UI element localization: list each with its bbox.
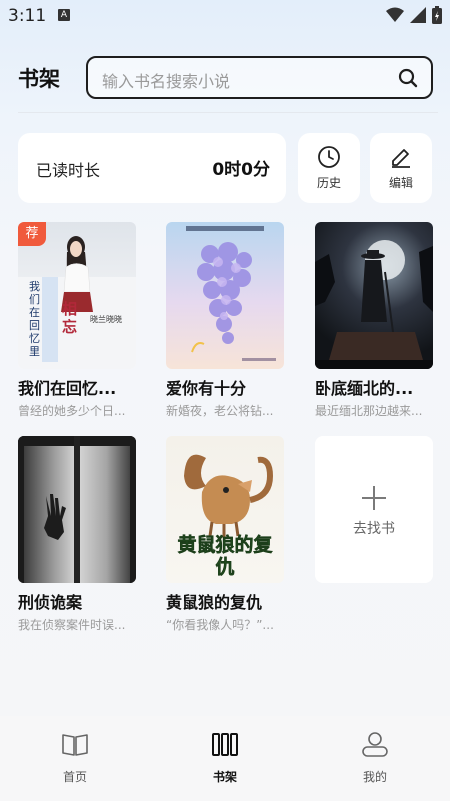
nav-mine-label: 我的 (362, 770, 387, 784)
search-placeholder: 输入书名搜索小说 (102, 72, 231, 91)
plus-icon (362, 486, 386, 510)
book-item[interactable]: 爱你有十分 新婚夜，老公将钻... (166, 222, 284, 422)
nav-shelf-label: 书架 (212, 770, 237, 784)
book-cover[interactable]: 我们在回忆里 相忘 晓兰晓晓 荐 (18, 222, 136, 369)
book-title: 爱你有十分 (166, 379, 247, 398)
nav-mine[interactable]: 我的 (300, 716, 450, 801)
bottom-nav: 首页 书架 我的 (0, 716, 450, 801)
book-cover[interactable] (18, 436, 136, 583)
cover-art (18, 436, 136, 583)
book-item[interactable]: 我们在回忆里 相忘 晓兰晓晓 荐 我们在回忆... 曾经的她多少个日... (18, 222, 136, 422)
book-title: 卧底缅北的... (315, 379, 414, 398)
signal-icon (410, 7, 426, 23)
book-title: 黄鼠狼的复仇 (166, 593, 263, 612)
wifi-icon (386, 7, 404, 22)
page-title: 书架 (18, 67, 60, 91)
status-bar: 3:11 A (0, 0, 450, 32)
reading-time-value: 0时0分 (212, 160, 270, 180)
find-book-label: 去找书 (353, 521, 395, 537)
book-cover[interactable]: 黄鼠狼的复仇 (166, 436, 284, 583)
book-item[interactable]: 卧底缅北的... 最近缅北那边越来... (315, 222, 433, 422)
cover-author: 晓兰晓晓 (90, 315, 122, 324)
clock-icon (318, 146, 340, 168)
pencil-icon (392, 149, 410, 168)
status-icons (386, 6, 442, 24)
reading-time-label: 已读时长 (36, 161, 101, 180)
header-divider (18, 112, 438, 113)
nav-home[interactable]: 首页 (0, 716, 150, 801)
history-button[interactable]: 历史 (298, 133, 360, 203)
book-open-icon (62, 734, 88, 756)
book-description: 最近缅北那边越来... (315, 404, 423, 418)
nav-shelf[interactable]: 书架 (150, 716, 300, 801)
book-title: 刑侦诡案 (18, 593, 83, 612)
book-description: 我在侦察案件时误... (18, 618, 126, 632)
bookshelf-icon (212, 733, 238, 756)
book-title: 我们在回忆... (18, 379, 117, 398)
edit-button[interactable]: 编辑 (370, 133, 432, 203)
book-description: “你看我像人吗？”... (166, 618, 274, 632)
notification-icon: A (58, 9, 70, 21)
recommend-badge: 荐 (18, 222, 46, 246)
find-book-button[interactable]: 去找书 (315, 436, 433, 583)
cover-text: 我们在回忆里 (29, 280, 40, 358)
book-cover[interactable] (315, 222, 433, 369)
cover-text-accent: 相忘 (62, 300, 78, 336)
book-item[interactable]: 刑侦诡案 我在侦察案件时误... (18, 436, 136, 636)
search-icon[interactable] (398, 68, 418, 88)
cover-art (186, 226, 276, 361)
user-icon (362, 732, 388, 757)
cover-art (315, 240, 433, 369)
battery-icon (432, 6, 442, 24)
book-description: 新婚夜，老公将钻... (166, 404, 274, 418)
book-cover[interactable] (166, 222, 284, 369)
nav-home-label: 首页 (62, 770, 87, 784)
book-description: 曾经的她多少个日... (18, 404, 126, 418)
search-input[interactable]: 输入书名搜索小说 (86, 56, 433, 99)
history-label: 历史 (316, 176, 341, 190)
edit-label: 编辑 (388, 176, 413, 190)
cover-title-text: 黄鼠狼的复仇 (177, 534, 273, 579)
status-time: 3:11 (8, 6, 47, 26)
book-item[interactable]: 黄鼠狼的复仇 黄鼠狼的复仇 “你看我像人吗？”... (166, 436, 284, 636)
reading-time-card: 已读时长 0时0分 (18, 133, 286, 203)
